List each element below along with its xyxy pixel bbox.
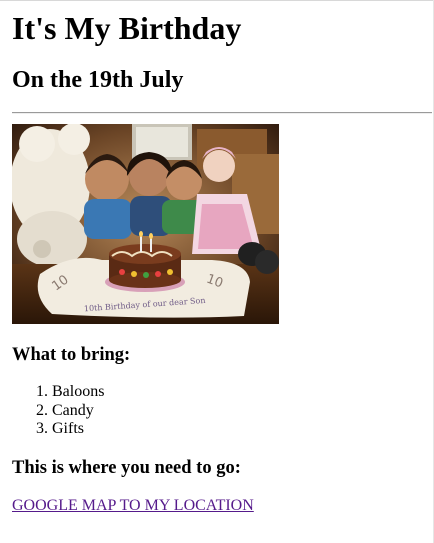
what-to-bring-heading: What to bring: [12,345,131,365]
window-top-border [0,0,434,1]
birthday-photo: 10 10 10th Birthday of our dear Son [12,124,279,324]
list-item: Baloons [52,383,104,402]
bring-list: Baloons Candy Gifts [12,383,104,439]
birthday-photo-image: 10 10 10th Birthday of our dear Son [12,124,279,324]
list-item: Candy [52,402,104,421]
google-map-link[interactable]: GOOGLE MAP TO MY LOCATION [12,496,254,516]
page-subtitle: On the 19th July [12,67,184,93]
list-item: Gifts [52,420,104,439]
doll-shape [203,150,235,182]
page-title: It's My Birthday [12,10,242,46]
horizontal-divider [12,112,432,114]
location-heading: This is where you need to go: [12,458,241,478]
